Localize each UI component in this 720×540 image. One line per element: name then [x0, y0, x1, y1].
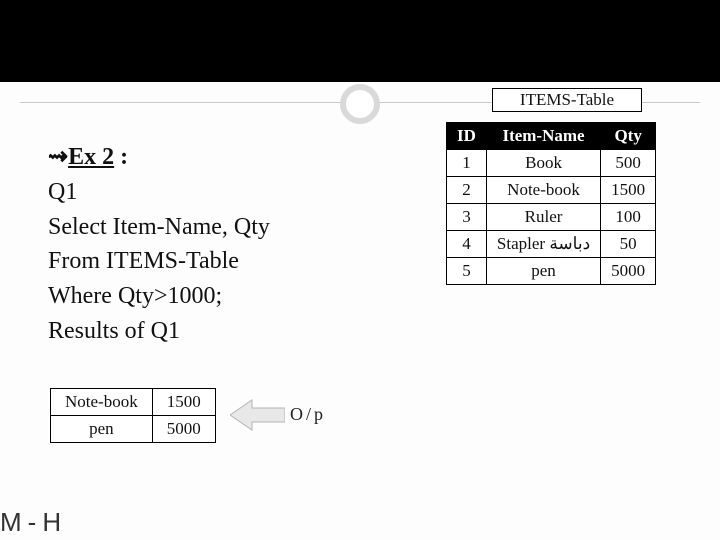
cell-name: Book: [486, 150, 600, 177]
query-block: ⇝Ex 2 : Q1 Select Item-Name, Qty From IT…: [48, 140, 438, 349]
query-line: Results of Q1: [48, 314, 438, 349]
cell-name: Ruler: [486, 204, 600, 231]
ring-decoration: [340, 84, 380, 124]
cell-qty: 1500: [152, 389, 215, 416]
cell-qty: 50: [601, 231, 656, 258]
table-header-row: ID Item-Name Qty: [447, 123, 656, 150]
table-row: 3 Ruler 100: [447, 204, 656, 231]
cell-id: 4: [447, 231, 487, 258]
cell-name: Note-book: [51, 389, 153, 416]
cell-qty: 1500: [601, 177, 656, 204]
cell-id: 5: [447, 258, 487, 285]
footer-label: M-H: [0, 507, 67, 538]
cell-id: 2: [447, 177, 487, 204]
cell-qty: 500: [601, 150, 656, 177]
table-row: 4 Stapler دباسة 50: [447, 231, 656, 258]
cell-qty: 5000: [601, 258, 656, 285]
example-heading: ⇝Ex 2 :: [48, 140, 438, 175]
cell-qty: 100: [601, 204, 656, 231]
title-bar: [0, 0, 720, 82]
colon: :: [114, 144, 128, 170]
cell-id: 1: [447, 150, 487, 177]
query-line: From ITEMS-Table: [48, 244, 438, 279]
cell-qty: 5000: [152, 416, 215, 443]
query-line: Select Item-Name, Qty: [48, 210, 438, 245]
col-id: ID: [447, 123, 487, 150]
cell-id: 3: [447, 204, 487, 231]
example-link[interactable]: Ex 2: [68, 144, 114, 170]
query-line: Q1: [48, 175, 438, 210]
items-table: ID Item-Name Qty 1 Book 500 2 Note-book …: [446, 122, 656, 285]
items-table-caption: ITEMS-Table: [492, 88, 642, 112]
result-table: Note-book 1500 pen 5000: [50, 388, 216, 443]
col-name: Item-Name: [486, 123, 600, 150]
table-row: 2 Note-book 1500: [447, 177, 656, 204]
table-row: pen 5000: [51, 416, 216, 443]
col-qty: Qty: [601, 123, 656, 150]
table-row: 1 Book 500: [447, 150, 656, 177]
table-row: 5 pen 5000: [447, 258, 656, 285]
bullet-icon: ⇝: [48, 144, 68, 170]
cell-name: Stapler دباسة: [486, 231, 600, 258]
cell-name: pen: [51, 416, 153, 443]
output-label: O/p: [290, 404, 326, 425]
cell-name: pen: [486, 258, 600, 285]
cell-name: Note-book: [486, 177, 600, 204]
query-line: Where Qty>1000;: [48, 279, 438, 314]
arrow-left-icon: [230, 398, 285, 437]
table-row: Note-book 1500: [51, 389, 216, 416]
